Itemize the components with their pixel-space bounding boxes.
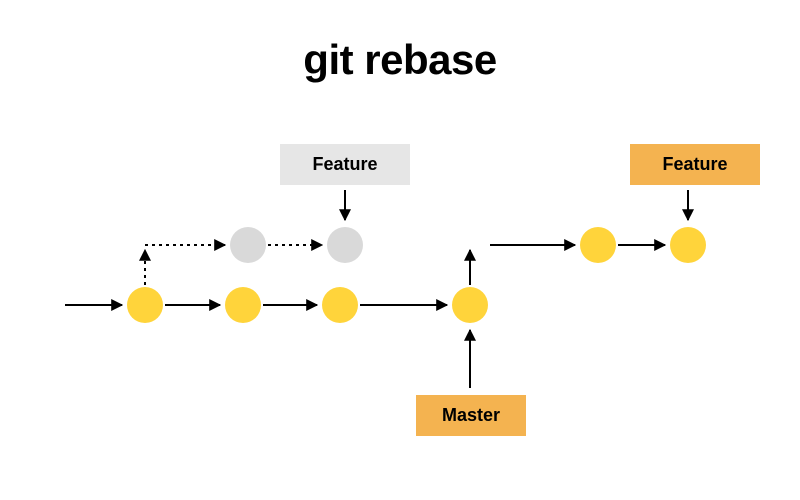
commit-master-2 xyxy=(225,287,261,323)
commit-oldfeature-1 xyxy=(230,227,266,263)
commit-master-4 xyxy=(452,287,488,323)
commit-master-1 xyxy=(127,287,163,323)
page-title: git rebase xyxy=(303,36,496,84)
commit-newfeature-1 xyxy=(580,227,616,263)
label-master: Master xyxy=(416,395,526,436)
commit-master-3 xyxy=(322,287,358,323)
label-feature-old: Feature xyxy=(280,144,410,185)
commit-newfeature-2 xyxy=(670,227,706,263)
label-feature-new: Feature xyxy=(630,144,760,185)
commit-oldfeature-2 xyxy=(327,227,363,263)
